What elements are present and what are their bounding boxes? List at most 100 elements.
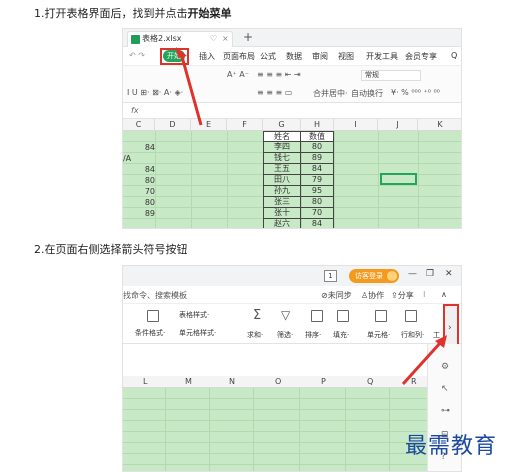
step2-instruction: 2.在页面右侧选择箭头符号按钮 [34,243,188,256]
menu-page-layout[interactable]: 页面布局 [223,51,255,62]
menu-insert[interactable]: 插入 [199,51,215,62]
share-button[interactable]: ⇪分享 [391,290,414,301]
table-cell-name[interactable]: 赵六 [263,219,301,228]
column-q[interactable]: Q [367,376,373,388]
fill-button[interactable]: 填充· [333,330,349,340]
conditional-format-button[interactable]: 条件格式· [135,328,165,338]
cell-c-value[interactable]: 80 [131,175,155,186]
collapse-ribbon-icon[interactable]: ∧ [441,290,447,299]
menu-formula[interactable]: 公式 [260,51,276,62]
table-cell-value[interactable]: 84 [300,219,334,228]
command-search[interactable]: 找命令、搜索模板 [123,290,187,301]
table-cell-name[interactable]: 李四 [263,142,301,153]
column-h[interactable]: H [301,119,334,131]
more-icon[interactable]: ⁝ [423,290,426,299]
column-o[interactable]: O [275,376,281,388]
collaborate-button[interactable]: ♙协作 [361,290,384,301]
table-cell-value[interactable]: 80 [300,142,334,153]
menu-data[interactable]: 数据 [286,51,302,62]
table-style-icon[interactable] [147,310,159,322]
cell-button[interactable]: 单元格· [367,330,390,340]
menu-review[interactable]: 审阅 [312,51,328,62]
table-cell-value[interactable]: 89 [300,153,334,164]
table-cell-value[interactable]: 84 [300,164,334,175]
column-p[interactable]: P [321,376,326,388]
format-buttons[interactable]: I U ⊞· ⊠· A· ◈· [127,88,183,97]
number-format-buttons[interactable]: ¥· % ⁰⁰⁰ ⁺⁰ ⁰⁰ [391,88,440,97]
cell-c-value[interactable]: 70 [131,186,155,197]
adjust-icon[interactable]: ⊶ [441,406,450,416]
minimize-icon[interactable]: — [408,269,417,279]
settings-icon[interactable]: ⚙ [441,362,449,372]
menu-member[interactable]: 会员专享 [405,51,437,62]
table-cell-value[interactable]: 80 [300,197,334,208]
table-cell-name[interactable]: 张十 [263,208,301,219]
unsynced-status[interactable]: ⊘未同步 [321,290,352,301]
fx-icon[interactable]: fx [131,106,139,115]
tab-favorite-icon[interactable]: ♡ [210,32,217,46]
worksheet-button[interactable]: 工 [433,330,440,340]
tab-close-icon[interactable]: × [222,32,229,46]
column-j[interactable]: J [378,119,418,131]
row-col-button[interactable]: 行和列· [401,330,424,340]
cell-c-value[interactable]: 84 [131,164,155,175]
cell-c-value[interactable]: 84 [131,142,155,153]
cell-grid[interactable]: 84 N/A 84 80 70 80 89 姓名 数值 李四 80 钱七 89 … [123,131,461,228]
table-cell-name[interactable]: 田八 [263,175,301,186]
wrap-text-button[interactable]: 自动换行 [351,88,383,99]
table-cell-value[interactable]: 79 [300,175,334,186]
column-r[interactable]: R [411,376,417,388]
align-buttons-bottom[interactable]: ≡ ≡ ≡ ▭ [257,88,292,97]
cell-c-value[interactable]: 89 [131,208,155,219]
filter-button[interactable]: 筛选· [277,330,293,340]
font-size-buttons[interactable]: A⁺ A⁻ [227,70,249,79]
table-cell-name[interactable]: 孙九 [263,186,301,197]
undo-redo-icons[interactable]: ↶ ↷ [129,51,145,60]
column-d[interactable]: D [155,119,191,131]
table-cell-name[interactable]: 张三 [263,197,301,208]
table-header-value[interactable]: 数值 [300,131,334,142]
align-buttons-top[interactable]: ≡ ≡ ≡ ⇤ ⇥ [257,70,301,79]
window-count-badge[interactable]: 1 [324,270,337,282]
column-n[interactable]: N [229,376,235,388]
menu-search-icon[interactable]: Q [451,51,457,60]
cell-style-button[interactable]: 单元格样式· [179,328,216,338]
table-cell-name[interactable]: 钱七 [263,153,301,164]
sum-button[interactable]: 求和· [247,330,263,340]
menu-developer[interactable]: 开发工具 [366,51,398,62]
row-col-icon [405,310,417,322]
file-tab[interactable]: 表格2.xlsx ♡ × [127,31,233,47]
merge-center-button[interactable]: 合并居中· [313,88,348,99]
column-k[interactable]: K [418,119,461,131]
column-m[interactable]: M [185,376,192,388]
sort-icon [311,310,323,322]
column-e[interactable]: E [191,119,227,131]
step1-text: 1.打开表格界面后，找到并点击 [34,7,188,20]
column-f[interactable]: F [227,119,263,131]
cell-grid[interactable] [123,388,427,471]
close-icon[interactable]: ✕ [445,269,453,279]
cell-c-value[interactable]: N/A [123,153,147,164]
table-cell-value[interactable]: 95 [300,186,334,197]
column-i[interactable]: I [334,119,378,131]
table-cell-value[interactable]: 70 [300,208,334,219]
column-c[interactable]: C [123,119,155,131]
number-format-select[interactable]: 常规 [361,70,421,81]
spreadsheet-file-icon [131,35,140,44]
column-l[interactable]: L [143,376,147,388]
sort-button[interactable]: 排序· [305,330,321,340]
table-style-button[interactable]: 表格样式· [179,310,209,320]
new-tab-button[interactable]: + [243,30,253,44]
table-cell-name[interactable]: 王五 [263,164,301,175]
selected-cell[interactable] [380,173,417,185]
menu-view[interactable]: 视图 [338,51,354,62]
title-bar: 表格2.xlsx ♡ × + [123,29,461,47]
cursor-icon[interactable]: ↖ [441,384,449,394]
ribbon-toolbar: 表格样式· 条件格式· 单元格样式· Σ 求和· ▽ 筛选· 排序· 填充· 单… [123,304,461,344]
step1-highlight: 开始菜单 [187,7,232,20]
maximize-icon[interactable]: ❐ [426,269,434,279]
column-g[interactable]: G [263,119,301,131]
cell-c-value[interactable]: 80 [131,197,155,208]
guest-login-button[interactable]: 访客登录 [349,269,399,283]
table-header-name[interactable]: 姓名 [263,131,301,142]
